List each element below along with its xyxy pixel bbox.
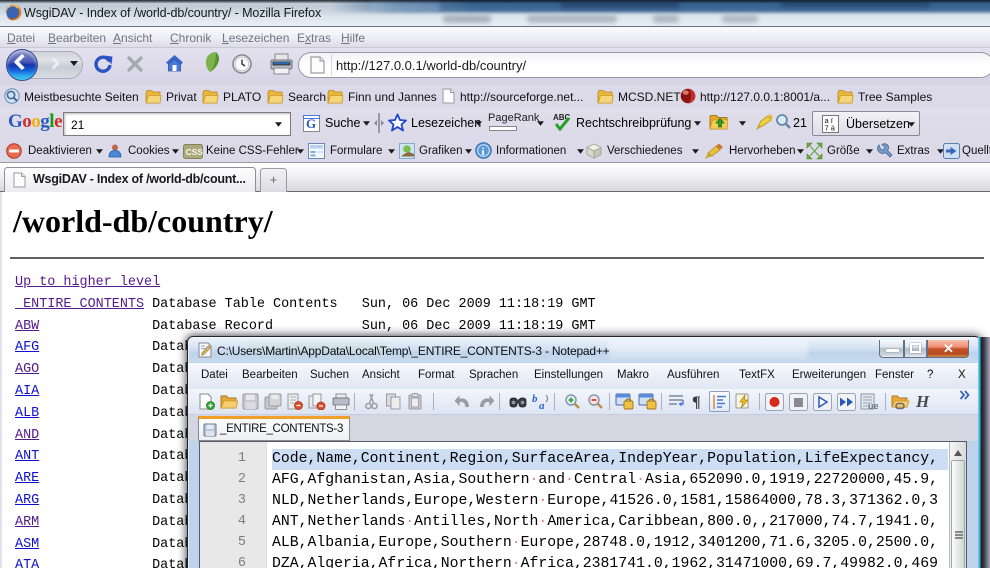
svg-text:a: a xyxy=(539,400,545,411)
svg-text:H: H xyxy=(915,392,930,411)
svg-text:7 ä: 7 ä xyxy=(825,124,836,133)
svg-text:G: G xyxy=(306,116,316,131)
svg-text:ue: ue xyxy=(868,401,879,411)
svg-text:CSS: CSS xyxy=(186,147,204,157)
svg-text:b: b xyxy=(532,393,538,405)
svg-text:i: i xyxy=(482,146,485,158)
svg-text:¶: ¶ xyxy=(692,394,701,411)
